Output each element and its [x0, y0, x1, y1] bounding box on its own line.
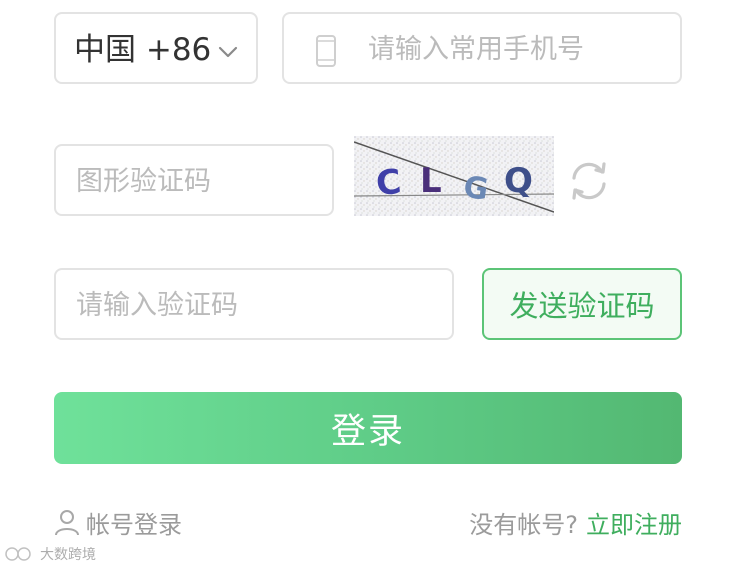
graphic-code-placeholder: 图形验证码 — [76, 166, 211, 197]
svg-text:C: C — [374, 162, 403, 204]
captcha-image[interactable]: C L G Q — [354, 136, 554, 216]
register-link[interactable]: 立即注册 — [586, 505, 682, 540]
country-code-select[interactable]: 中国 +86 — [54, 12, 258, 84]
account-login-label: 帐号登录 — [86, 510, 182, 539]
sms-code-placeholder: 请输入验证码 — [76, 290, 238, 321]
svg-text:G: G — [461, 170, 490, 208]
refresh-icon[interactable] — [566, 158, 612, 204]
user-icon — [55, 510, 79, 536]
mobile-phone-icon — [316, 35, 336, 67]
phone-input-placeholder: 请输入常用手机号 — [368, 34, 584, 65]
svg-text:Q: Q — [504, 161, 533, 201]
phone-input[interactable]: 请输入常用手机号 — [282, 12, 682, 84]
account-login-link[interactable]: 帐号登录 — [54, 506, 182, 539]
register-question: 没有帐号? — [469, 510, 578, 539]
country-code-label: 中国 +86 — [74, 32, 212, 68]
svg-text:L: L — [420, 161, 442, 201]
login-button[interactable]: 登录 — [54, 392, 682, 464]
watermark-text: 大数跨境 — [40, 547, 96, 563]
chevron-down-icon — [218, 46, 238, 58]
register-prompt: 没有帐号? 立即注册 — [469, 505, 682, 540]
send-code-button[interactable]: 发送验证码 — [482, 268, 682, 340]
watermark: 大数跨境 — [4, 542, 96, 566]
watermark-logo-icon — [5, 547, 31, 561]
login-form: 中国 +86 请输入常用手机号 图形验证码 C L G Q 请输入验证码 发送验… — [0, 0, 738, 570]
graphic-code-input[interactable]: 图形验证码 — [54, 144, 334, 216]
sms-code-input[interactable]: 请输入验证码 — [54, 268, 454, 340]
